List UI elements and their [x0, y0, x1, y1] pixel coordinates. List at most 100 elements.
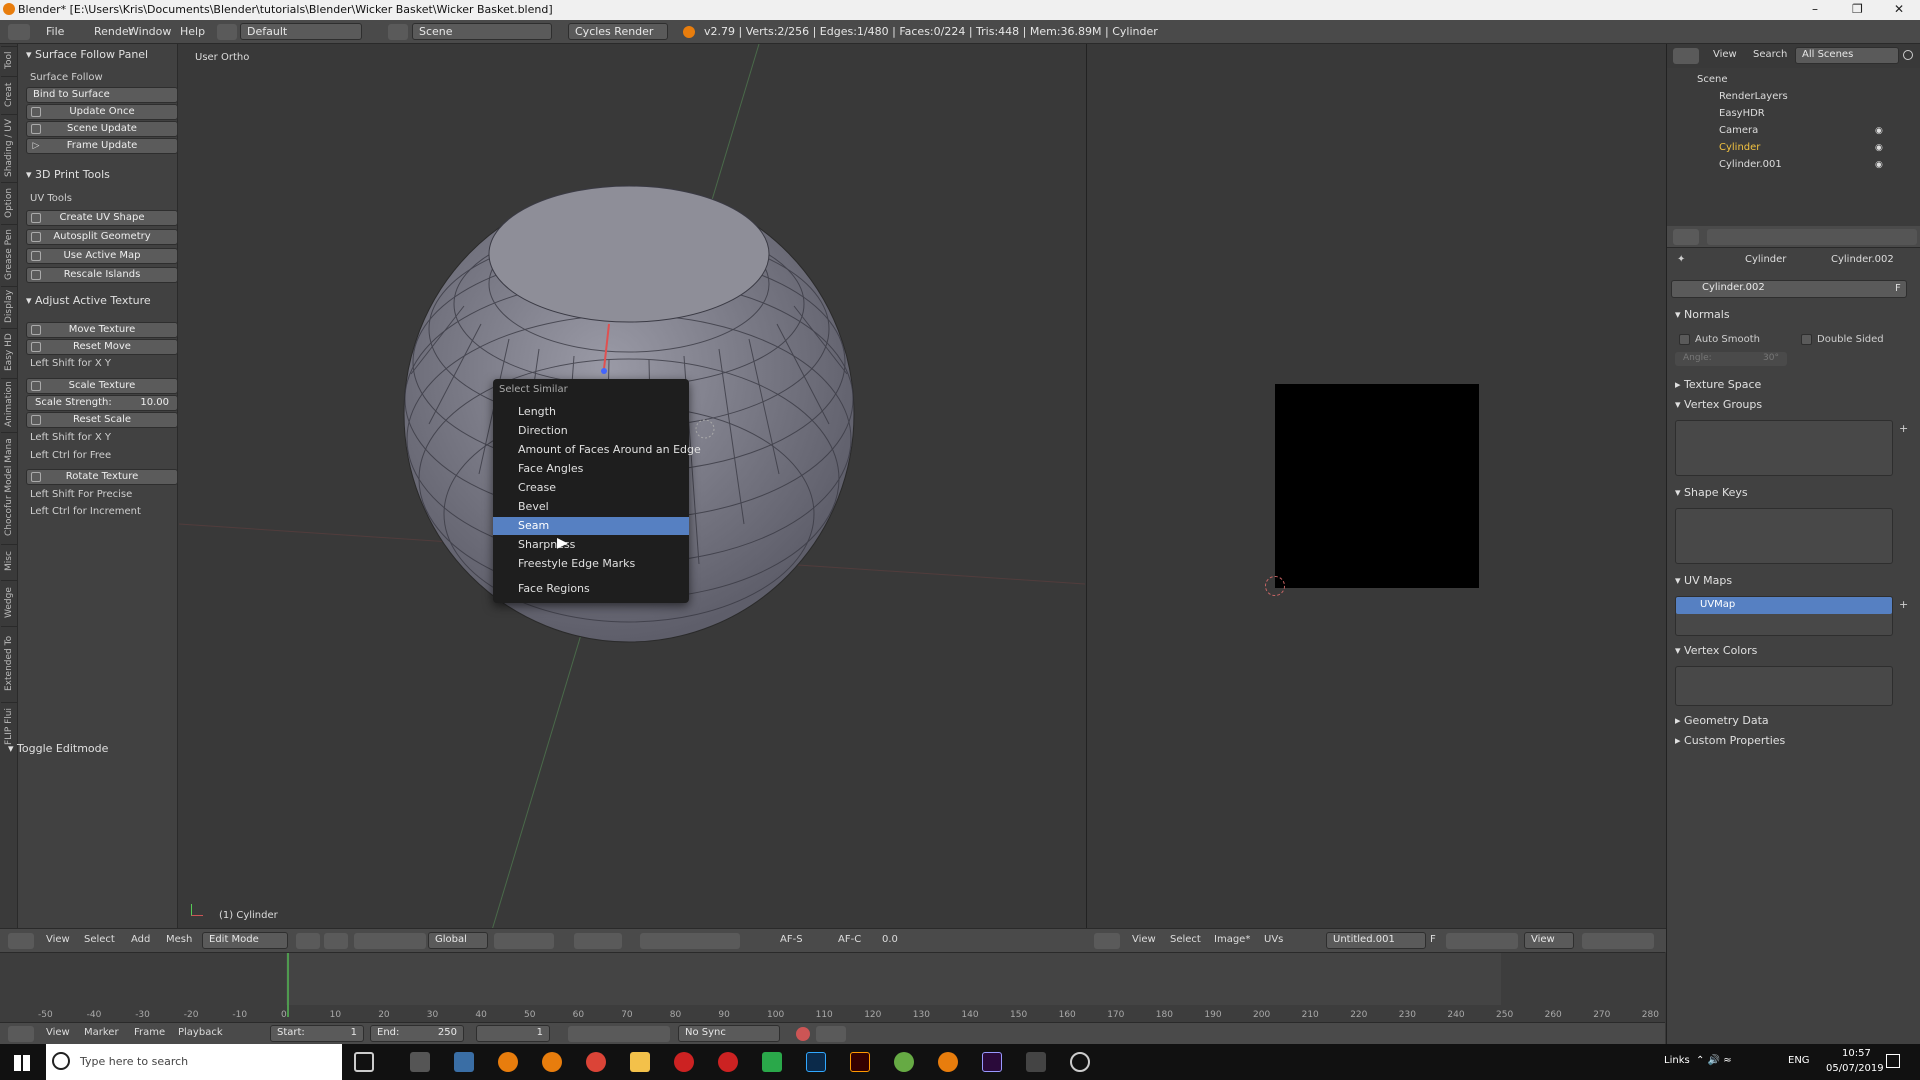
language-label[interactable]: ENG — [1788, 1055, 1810, 1066]
menu-view[interactable]: View — [46, 934, 70, 945]
vertex-colors-list[interactable] — [1675, 666, 1893, 706]
tab-misc[interactable]: Misc — [1, 544, 17, 578]
pivot-icon[interactable] — [324, 933, 348, 949]
menu-file[interactable]: File — [46, 25, 64, 38]
playback-controls-icon[interactable] — [568, 1026, 670, 1042]
outliner-row-easyhdr[interactable]: EasyHDR — [1667, 106, 1920, 123]
manipulator-icon[interactable] — [354, 933, 426, 949]
shape-keys-list[interactable] — [1675, 508, 1893, 564]
menu-item-face-regions[interactable]: Face Regions — [493, 580, 689, 598]
rescale-islands-button[interactable]: Rescale Islands — [26, 267, 178, 283]
shading-icon[interactable] — [296, 933, 320, 949]
tab-easy-hdri[interactable]: Easy HD — [1, 328, 17, 376]
menu-item-freestyle-edge-marks[interactable]: Freestyle Edge Marks — [493, 555, 689, 573]
play-store-icon[interactable] — [762, 1052, 782, 1072]
info-editor-icon[interactable] — [8, 24, 30, 40]
menu-select[interactable]: Select — [84, 934, 115, 945]
panel-header-adjust-texture[interactable]: ▾ Adjust Active Texture — [26, 294, 151, 307]
section-shape-keys[interactable]: ▾ Shape Keys — [1675, 486, 1748, 499]
close-icon[interactable]: ✕ — [1894, 2, 1904, 16]
uv-options-icon[interactable] — [1582, 933, 1654, 949]
search-icon[interactable] — [1903, 50, 1913, 60]
mode-select[interactable]: Edit Mode — [202, 932, 288, 949]
orientation-select[interactable]: Global — [428, 932, 488, 949]
menu-item-crease[interactable]: Crease — [493, 479, 689, 497]
outliner-row-camera[interactable]: Camera ◉ — [1667, 123, 1920, 140]
create-uv-shape-button[interactable]: Create UV Shape — [26, 210, 178, 226]
photos-icon[interactable] — [1026, 1052, 1046, 1072]
fake-user-button[interactable]: F — [1895, 283, 1901, 294]
properties-context-tabs[interactable] — [1707, 229, 1917, 245]
start-frame-field[interactable]: Start: 1 — [270, 1025, 364, 1042]
image-editor[interactable] — [1086, 44, 1666, 940]
outliner-row-cylinder[interactable]: Cylinder ◉ — [1667, 140, 1920, 157]
auto-smooth-checkbox[interactable] — [1679, 334, 1690, 345]
move-texture-button[interactable]: Move Texture — [26, 322, 178, 338]
outliner-row-cylinder-001[interactable]: Cylinder.001 ◉ — [1667, 157, 1920, 174]
clock-time[interactable]: 10:57 — [1842, 1048, 1871, 1059]
tray-icons[interactable]: ⌃ 🔊 ≈ — [1696, 1055, 1732, 1066]
panel-header-3d-print[interactable]: ▾ 3D Print Tools — [26, 168, 110, 181]
tl-menu-view[interactable]: View — [46, 1027, 70, 1038]
calculator-icon[interactable] — [410, 1052, 430, 1072]
add-icon[interactable]: + — [1899, 598, 1908, 611]
playhead[interactable] — [287, 953, 289, 1017]
uv-image-canvas[interactable] — [1275, 384, 1479, 588]
tl-menu-marker[interactable]: Marker — [84, 1027, 119, 1038]
app-icon[interactable] — [454, 1052, 474, 1072]
task-view-icon[interactable] — [354, 1052, 374, 1072]
current-frame-field[interactable]: 1 — [476, 1025, 550, 1042]
menu-add[interactable]: Add — [131, 934, 150, 945]
menu-item-sharpness[interactable]: Sharpness — [493, 536, 689, 554]
tab-display[interactable]: Display — [1, 286, 17, 326]
tab-options[interactable]: Option — [1, 182, 17, 222]
illustrator-icon[interactable] — [850, 1052, 870, 1072]
record-icon[interactable] — [796, 1027, 810, 1041]
blender-app-icon[interactable] — [498, 1052, 518, 1072]
update-once-button[interactable]: Update Once — [26, 104, 178, 120]
menu-item-seam[interactable]: Seam — [493, 517, 689, 535]
windows-start-icon[interactable] — [14, 1055, 30, 1071]
uv-menu-view[interactable]: View — [1132, 934, 1156, 945]
scene-select[interactable]: Scene — [412, 23, 552, 40]
menu-window[interactable]: Window — [128, 25, 171, 38]
outliner-editor-icon[interactable] — [1673, 48, 1699, 64]
colorful-app-icon[interactable] — [894, 1052, 914, 1072]
uv-menu-image[interactable]: Image* — [1214, 934, 1250, 945]
clock-date[interactable]: 05/07/2019 — [1826, 1063, 1884, 1074]
menu-help[interactable]: Help — [180, 25, 205, 38]
mesh-datablock-field[interactable]: Cylinder.002 — [1671, 280, 1907, 298]
rotate-texture-button[interactable]: Rotate Texture — [26, 469, 178, 485]
blender-active-icon[interactable] — [542, 1052, 562, 1072]
menu-item-amount-of-faces-around-an-edge[interactable]: Amount of Faces Around an Edge — [493, 441, 701, 459]
steam-icon[interactable] — [1070, 1052, 1090, 1072]
screen-layout-select[interactable]: Default — [240, 23, 362, 40]
taskbar-search-box[interactable]: Type here to search — [46, 1044, 342, 1080]
tab-animation[interactable]: Animation — [1, 378, 17, 430]
double-sided-checkbox[interactable] — [1801, 334, 1812, 345]
editor-type-icon[interactable] — [8, 1026, 34, 1042]
fake-user-toggle[interactable]: F — [1430, 934, 1436, 945]
tl-menu-playback[interactable]: Playback — [178, 1027, 223, 1038]
outliner-row-scene[interactable]: Scene — [1667, 72, 1920, 89]
section-custom-properties[interactable]: ▸ Custom Properties — [1675, 734, 1785, 747]
outliner-menu-search[interactable]: Search — [1753, 49, 1787, 60]
menu-item-length[interactable]: Length — [493, 403, 689, 421]
add-icon[interactable]: + — [1899, 422, 1908, 435]
tl-menu-frame[interactable]: Frame — [134, 1027, 165, 1038]
notifications-icon[interactable] — [1886, 1054, 1900, 1068]
section-texture-space[interactable]: ▸ Texture Space — [1675, 378, 1761, 391]
af-s-label[interactable]: AF-S — [780, 934, 803, 945]
section-uv-maps[interactable]: ▾ UV Maps — [1675, 574, 1732, 587]
scale-texture-button[interactable]: Scale Texture — [26, 378, 178, 394]
image-tools-icon[interactable] — [1446, 933, 1518, 949]
chrome-icon[interactable] — [586, 1052, 606, 1072]
select-mode-icon[interactable] — [574, 933, 622, 949]
section-vertex-colors[interactable]: ▾ Vertex Colors — [1675, 644, 1757, 657]
file-explorer-icon[interactable] — [630, 1052, 650, 1072]
tab-extended-tools[interactable]: Extended To — [1, 626, 17, 700]
properties-editor-icon[interactable] — [1673, 229, 1699, 245]
links-label[interactable]: Links — [1664, 1055, 1690, 1066]
scene-update-button[interactable]: Scene Update — [26, 121, 178, 137]
layers-icon[interactable] — [494, 933, 554, 949]
